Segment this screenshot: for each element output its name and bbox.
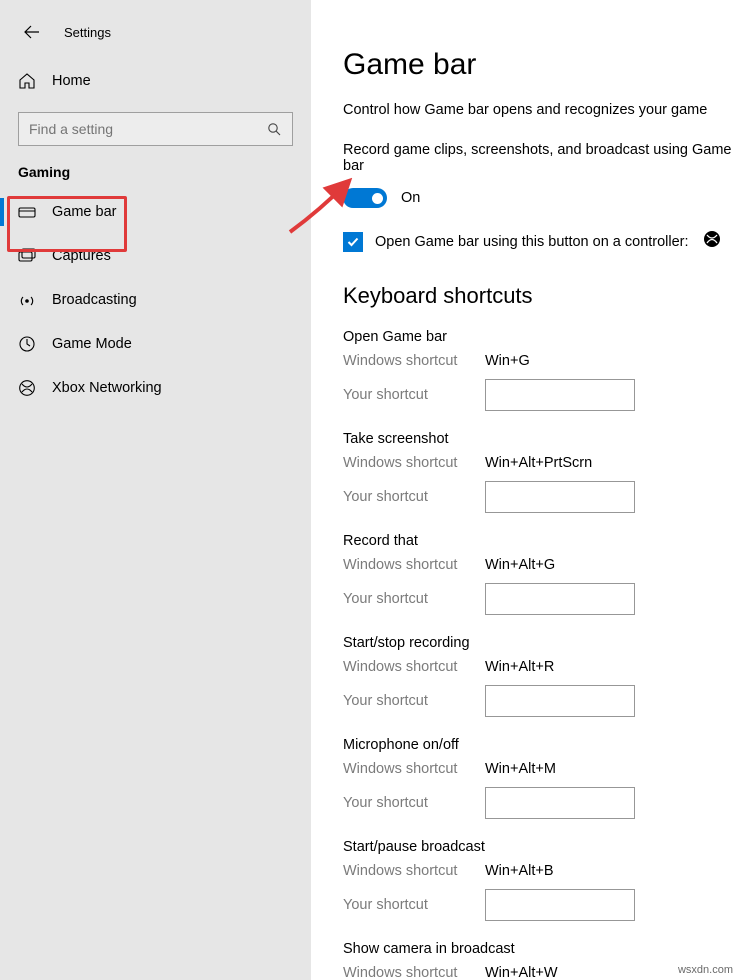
windows-shortcut-label: Windows shortcut: [343, 353, 485, 369]
nav-label: Game bar: [52, 204, 116, 220]
toggle-label: On: [401, 190, 420, 206]
your-shortcut-label: Your shortcut: [343, 591, 485, 607]
shortcut-title: Record that: [343, 533, 739, 549]
shortcut-title: Start/pause broadcast: [343, 839, 739, 855]
nav-game-mode[interactable]: Game Mode: [0, 322, 311, 366]
back-button[interactable]: [18, 18, 46, 46]
your-shortcut-input[interactable]: [485, 889, 635, 921]
page-description: Control how Game bar opens and recognize…: [343, 102, 739, 118]
main-content: Game bar Control how Game bar opens and …: [311, 0, 739, 980]
toggle-row: On: [343, 188, 739, 208]
shortcut-block: Microphone on/off Windows shortcutWin+Alt…: [343, 737, 739, 819]
your-shortcut-row: Your shortcut: [343, 379, 739, 411]
shortcut-block: Open Game bar Windows shortcutWin+G Your s…: [343, 329, 739, 411]
windows-shortcut-label: Windows shortcut: [343, 761, 485, 777]
captures-icon: [18, 248, 40, 264]
page-title: Game bar: [343, 48, 739, 82]
windows-shortcut-value: Win+Alt+R: [485, 659, 554, 675]
windows-shortcut-row: Windows shortcutWin+Alt+G: [343, 557, 739, 573]
sidebar: Settings Home Gaming Game bar: [0, 0, 311, 980]
checkbox-label: Open Game bar using this button on a con…: [375, 234, 689, 250]
xbox-networking-icon: [18, 379, 40, 397]
windows-shortcut-row: Windows shortcutWin+Alt+M: [343, 761, 739, 777]
home-icon: [18, 72, 40, 90]
shortcut-block: Start/pause broadcast Windows shortcutWin…: [343, 839, 739, 921]
controller-checkbox[interactable]: [343, 232, 363, 252]
nav-label: Game Mode: [52, 336, 132, 352]
search-box[interactable]: [18, 112, 293, 146]
nav-broadcasting[interactable]: Broadcasting: [0, 278, 311, 322]
windows-shortcut-value: Win+Alt+M: [485, 761, 556, 777]
windows-shortcut-value: Win+Alt+B: [485, 863, 554, 879]
windows-shortcut-label: Windows shortcut: [343, 557, 485, 573]
nav-label: Broadcasting: [52, 292, 137, 308]
your-shortcut-label: Your shortcut: [343, 387, 485, 403]
windows-shortcut-label: Windows shortcut: [343, 455, 485, 471]
your-shortcut-input[interactable]: [485, 685, 635, 717]
windows-shortcut-value: Win+Alt+G: [485, 557, 555, 573]
home-label: Home: [52, 73, 91, 89]
windows-shortcut-row: Windows shortcutWin+Alt+R: [343, 659, 739, 675]
windows-shortcut-row: Windows shortcutWin+Alt+B: [343, 863, 739, 879]
your-shortcut-row: Your shortcut: [343, 889, 739, 921]
game-mode-icon: [18, 335, 40, 353]
game-bar-toggle[interactable]: [343, 188, 387, 208]
shortcut-block: Record that Windows shortcutWin+Alt+G Your…: [343, 533, 739, 615]
windows-shortcut-label: Windows shortcut: [343, 863, 485, 879]
windows-shortcut-label: Windows shortcut: [343, 659, 485, 675]
shortcut-title: Start/stop recording: [343, 635, 739, 651]
app-title: Settings: [64, 25, 111, 40]
nav-xbox-networking[interactable]: Xbox Networking: [0, 366, 311, 410]
shortcut-title: Open Game bar: [343, 329, 739, 345]
header-row: Settings: [0, 10, 311, 54]
your-shortcut-row: Your shortcut: [343, 787, 739, 819]
section-title: Gaming: [0, 158, 311, 190]
game-bar-icon: [18, 205, 40, 219]
windows-shortcut-value: Win+Alt+W: [485, 965, 558, 980]
shortcut-title: Take screenshot: [343, 431, 739, 447]
arrow-left-icon: [23, 23, 41, 41]
shortcut-block: Take screenshot Windows shortcutWin+Alt+P…: [343, 431, 739, 513]
search-icon: [266, 121, 282, 137]
your-shortcut-label: Your shortcut: [343, 897, 485, 913]
shortcuts-heading: Keyboard shortcuts: [343, 283, 739, 309]
windows-shortcut-value: Win+Alt+PrtScrn: [485, 455, 592, 471]
shortcut-title: Show camera in broadcast: [343, 941, 739, 957]
search-input[interactable]: [29, 121, 266, 137]
your-shortcut-label: Your shortcut: [343, 693, 485, 709]
shortcuts-container: Open Game barWindows shortcutWin+GYour s…: [343, 329, 739, 980]
your-shortcut-row: Your shortcut: [343, 685, 739, 717]
your-shortcut-row: Your shortcut: [343, 481, 739, 513]
your-shortcut-input[interactable]: [485, 787, 635, 819]
your-shortcut-row: Your shortcut: [343, 583, 739, 615]
shortcut-block: Start/stop recording Windows shortcutWin+…: [343, 635, 739, 717]
windows-shortcut-label: Windows shortcut: [343, 965, 485, 980]
record-description: Record game clips, screenshots, and broa…: [343, 142, 739, 174]
watermark: wsxdn.com: [678, 964, 733, 976]
windows-shortcut-row: Windows shortcutWin+G: [343, 353, 739, 369]
your-shortcut-input[interactable]: [485, 583, 635, 615]
broadcasting-icon: [18, 292, 40, 308]
checkbox-row: Open Game bar using this button on a con…: [343, 230, 739, 253]
check-icon: [346, 235, 360, 249]
nav-game-bar[interactable]: Game bar: [0, 190, 311, 234]
shortcut-title: Microphone on/off: [343, 737, 739, 753]
nav-captures[interactable]: Captures: [0, 234, 311, 278]
your-shortcut-label: Your shortcut: [343, 795, 485, 811]
nav-label: Xbox Networking: [52, 380, 162, 396]
windows-shortcut-value: Win+G: [485, 353, 530, 369]
nav-home[interactable]: Home: [0, 60, 311, 102]
windows-shortcut-row: Windows shortcutWin+Alt+PrtScrn: [343, 455, 739, 471]
search-wrap: [0, 102, 311, 158]
your-shortcut-input[interactable]: [485, 481, 635, 513]
nav-label: Captures: [52, 248, 111, 264]
your-shortcut-input[interactable]: [485, 379, 635, 411]
xbox-icon: [703, 230, 721, 253]
your-shortcut-label: Your shortcut: [343, 489, 485, 505]
